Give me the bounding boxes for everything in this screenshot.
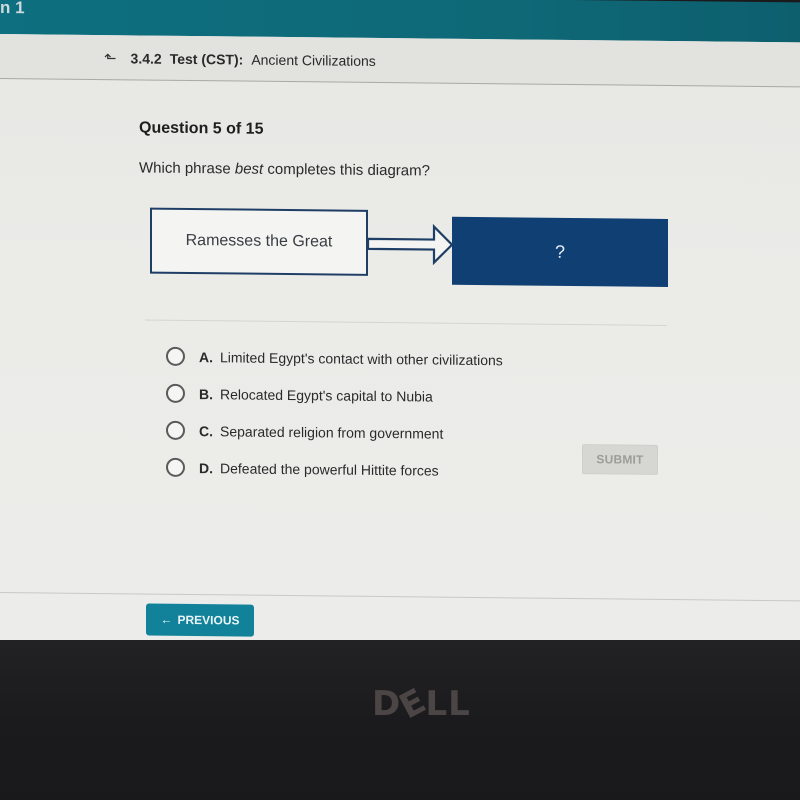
test-subtitle: Ancient Civilizations (251, 51, 376, 69)
previous-button[interactable]: ← PREVIOUS (146, 603, 254, 637)
option-text: Relocated Egypt's capital to Nubia (220, 385, 433, 405)
option-text: Defeated the powerful Hittite forces (220, 459, 439, 479)
dell-logo: DELL (372, 680, 471, 728)
diagram-arrow-icon (368, 223, 454, 266)
answer-option-a[interactable]: A. Limited Egypt's contact with other ci… (166, 338, 503, 379)
answer-option-b[interactable]: B. Relocated Egypt's capital to Nubia (166, 375, 503, 416)
prompt-emphasis: best (234, 160, 264, 178)
option-letter: C. (199, 422, 213, 439)
cause-effect-diagram: Ramesses the Great ? (150, 206, 670, 291)
radio-button[interactable] (166, 457, 185, 477)
diagram-cause-box: Ramesses the Great (150, 207, 368, 276)
answer-options: A. Limited Egypt's contact with other ci… (166, 338, 503, 490)
option-text: Limited Egypt's contact with other civil… (220, 348, 503, 368)
option-letter: B. (199, 385, 213, 402)
lesson-code: 3.4.2 (130, 50, 162, 67)
up-arrow-icon[interactable]: ⬑ (104, 49, 117, 67)
option-letter: D. (199, 459, 213, 476)
radio-button[interactable] (166, 420, 185, 440)
diagram-unknown-box: ? (452, 216, 668, 287)
question-content: Question 5 of 15 Which phrase best compl… (0, 78, 800, 606)
submit-button[interactable]: SUBMIT (582, 444, 658, 475)
divider (145, 319, 667, 326)
answer-option-c[interactable]: C. Separated religion from government (166, 412, 503, 453)
question-number: Question 5 of 15 (139, 119, 264, 138)
radio-button[interactable] (166, 346, 185, 366)
test-title: Test (CST): (169, 50, 244, 68)
option-text: Separated religion from government (220, 422, 444, 442)
arrow-left-icon: ← (160, 612, 173, 627)
radio-button[interactable] (166, 383, 185, 403)
prompt-text-end: completes this diagram? (263, 160, 430, 180)
screen: n 1 ⬑ 3.4.2 Test (CST): Ancient Civiliza… (0, 0, 800, 655)
previous-label: PREVIOUS (177, 612, 240, 628)
option-letter: A. (199, 348, 213, 365)
topbar-partial-text: n 1 (0, 0, 25, 18)
question-prompt: Which phrase best completes this diagram… (139, 159, 430, 179)
prompt-text-start: Which phrase (139, 159, 235, 178)
answer-option-d[interactable]: D. Defeated the powerful Hittite forces (166, 449, 503, 490)
